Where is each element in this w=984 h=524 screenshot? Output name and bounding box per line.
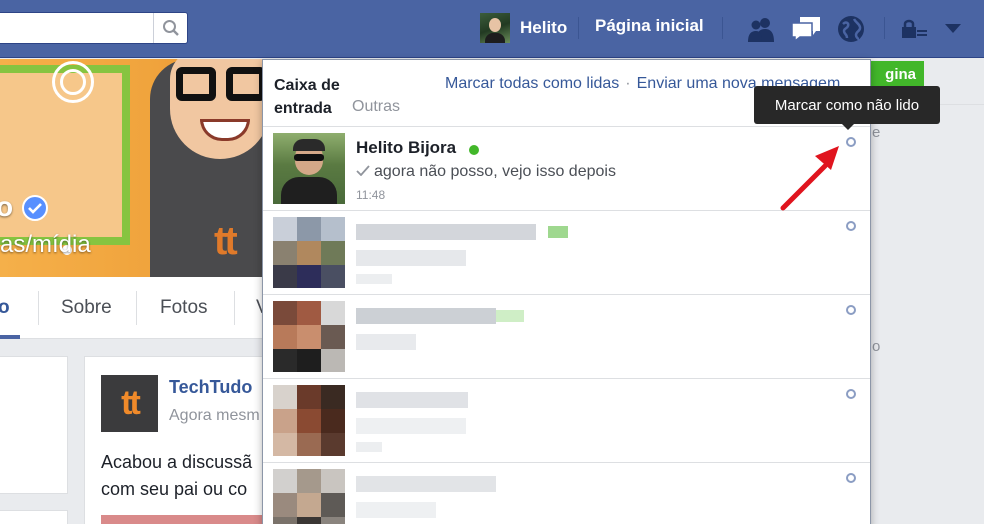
mark-as-unread-button[interactable] xyxy=(846,221,856,231)
post-author-logo[interactable]: tt xyxy=(101,375,158,432)
right-column-text: o xyxy=(872,338,881,355)
search-input[interactable] xyxy=(0,13,150,43)
cover-logo: tt xyxy=(214,219,238,263)
chevron-down-icon xyxy=(945,24,961,33)
cover-illustration-glasses xyxy=(176,67,216,101)
checkmark-icon xyxy=(356,165,370,177)
post-text-line: com seu pai ou co xyxy=(101,479,248,499)
mark-all-read-link[interactable]: Marcar todas como lidas xyxy=(445,75,619,92)
post-author-name[interactable]: TechTudo xyxy=(169,377,252,398)
divider xyxy=(38,291,39,325)
divider xyxy=(722,17,723,39)
tab-photos[interactable]: Fotos xyxy=(160,277,208,339)
right-column xyxy=(872,59,984,524)
snippet-text: agora não posso, vejo isso depois xyxy=(374,163,616,180)
mark-as-unread-button[interactable] xyxy=(846,137,856,147)
privacy-shortcuts-button[interactable] xyxy=(898,14,932,44)
page-category: as/mídia xyxy=(0,231,91,258)
left-column-card xyxy=(0,510,68,524)
divider xyxy=(136,291,137,325)
profile-link[interactable]: Helito xyxy=(480,13,567,43)
friend-requests-button[interactable] xyxy=(744,14,778,44)
notifications-button[interactable] xyxy=(834,14,868,44)
privacy-lock-icon xyxy=(902,19,927,38)
tab-timeline[interactable]: o xyxy=(0,277,10,339)
right-column-text: e xyxy=(872,124,881,141)
online-status-icon xyxy=(469,145,479,155)
divider xyxy=(884,17,885,39)
mark-as-unread-button[interactable] xyxy=(846,473,856,483)
conversation-avatar xyxy=(273,469,345,524)
blurred-snippet xyxy=(356,502,436,518)
page-tabs: o Sobre Fotos V xyxy=(0,277,269,339)
top-navigation-bar: Helito Página inicial xyxy=(0,0,984,58)
conversation-name: Helito Bijora xyxy=(356,138,457,157)
blurred-snippet xyxy=(356,418,466,434)
blurred-name xyxy=(356,224,536,240)
feed-post: tt TechTudo Agora mesm Acabou a discussã… xyxy=(84,356,262,524)
cover-photo: tt o as/mídia xyxy=(0,59,262,277)
conversation-time: 11:48 xyxy=(356,188,386,202)
notifications-globe-icon xyxy=(838,16,864,42)
page-title[interactable]: o xyxy=(0,191,13,223)
blurred-snippet xyxy=(356,250,466,266)
cover-illustration-ring xyxy=(60,69,86,95)
divider xyxy=(234,291,235,325)
verified-badge-icon xyxy=(22,195,48,221)
online-status-icon xyxy=(496,310,524,322)
conversation-snippet: agora não posso, vejo isso depois xyxy=(356,163,616,181)
conversation-item[interactable] xyxy=(263,211,870,295)
separator: · xyxy=(625,75,631,92)
messages-dropdown: Caixa de entrada Outras Marcar todas com… xyxy=(262,59,871,524)
conversation-avatar xyxy=(273,133,345,204)
messages-button[interactable] xyxy=(789,14,823,44)
blurred-name xyxy=(356,476,496,492)
blurred-time xyxy=(356,274,392,284)
home-link[interactable]: Página inicial xyxy=(595,16,704,36)
online-status-icon xyxy=(548,226,568,238)
red-arrow-annotation-icon xyxy=(780,146,839,211)
post-timestamp[interactable]: Agora mesm xyxy=(169,407,260,425)
left-column-card xyxy=(0,356,68,494)
post-text: Acabou a discussã com seu pai ou co xyxy=(101,449,252,503)
search-box xyxy=(0,12,188,44)
cover-illustration-glasses xyxy=(226,67,262,101)
blurred-name xyxy=(356,392,468,408)
search-button[interactable] xyxy=(153,13,187,43)
tab-about[interactable]: Sobre xyxy=(61,277,112,339)
user-name: Helito xyxy=(520,18,568,37)
mark-as-unread-button[interactable] xyxy=(846,389,856,399)
avatar xyxy=(480,13,510,43)
inbox-tab[interactable]: Caixa de entrada xyxy=(274,74,354,120)
tooltip: Marcar como não lido xyxy=(754,86,940,130)
messages-icon xyxy=(791,17,820,43)
conversation-item[interactable] xyxy=(263,379,870,463)
conversation-avatar xyxy=(273,217,345,288)
post-image[interactable] xyxy=(101,515,262,524)
conversation-item[interactable] xyxy=(263,463,870,524)
conversation-item[interactable] xyxy=(263,295,870,379)
blurred-time xyxy=(356,442,382,452)
friends-icon xyxy=(748,18,774,42)
blurred-name xyxy=(356,308,496,324)
other-tab[interactable]: Outras xyxy=(352,98,400,116)
mark-as-unread-button[interactable] xyxy=(846,305,856,315)
blurred-snippet xyxy=(356,334,416,350)
account-settings-button[interactable] xyxy=(936,14,970,44)
active-tab-indicator xyxy=(0,335,20,339)
search-icon xyxy=(162,20,179,36)
conversation-avatar xyxy=(273,385,345,456)
conversation-avatar xyxy=(273,301,345,372)
post-text-line: Acabou a discussã xyxy=(101,452,253,472)
divider xyxy=(578,17,579,39)
